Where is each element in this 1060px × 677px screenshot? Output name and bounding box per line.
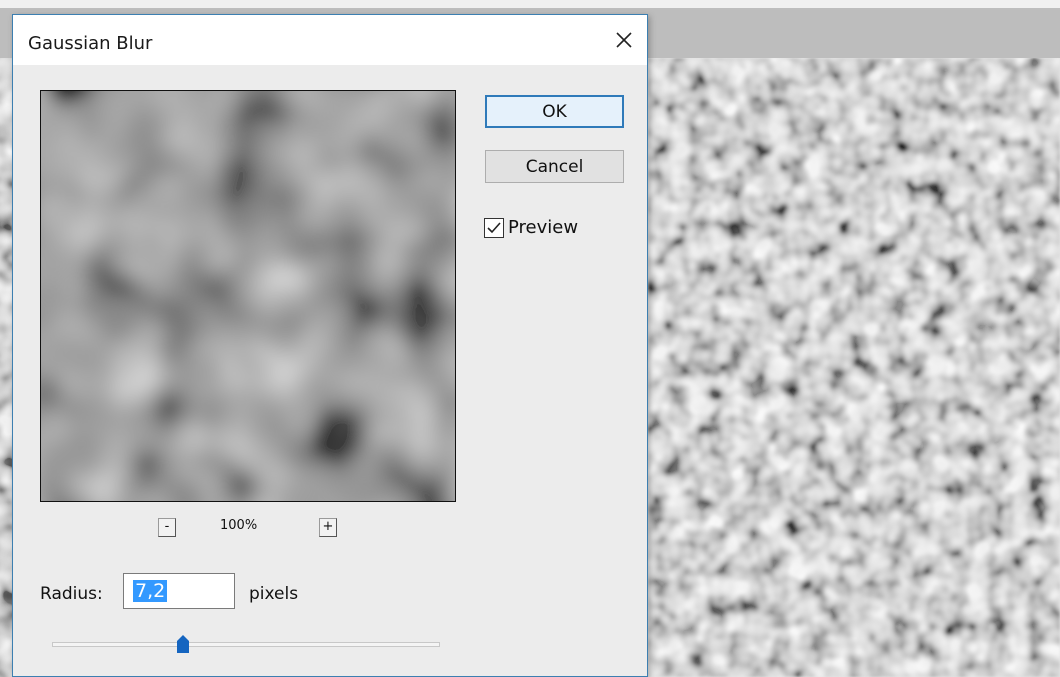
gaussian-blur-dialog: Gaussian Blur - 100% + OK Cancel Preview… (12, 14, 648, 677)
ok-button[interactable]: OK (485, 95, 624, 128)
radius-label: Radius: (40, 584, 103, 604)
radius-value: 7,2 (133, 580, 168, 602)
zoom-level: 100% (220, 518, 258, 533)
preview-checkbox-label: Preview (508, 217, 579, 238)
close-icon (616, 32, 632, 48)
radius-slider[interactable] (52, 635, 440, 653)
slider-thumb[interactable] (176, 634, 190, 654)
canvas-noise-right (648, 58, 1060, 677)
dialog-title: Gaussian Blur (28, 33, 153, 54)
preview-checkbox[interactable]: Preview (484, 217, 578, 238)
dialog-titlebar[interactable]: Gaussian Blur (13, 15, 647, 65)
preview-image (41, 91, 455, 501)
checkbox-box[interactable] (484, 217, 504, 238)
zoom-out-button[interactable]: - (158, 518, 176, 537)
preview-pane[interactable] (40, 90, 456, 502)
radius-unit-label: pixels (249, 584, 299, 604)
close-button[interactable] (601, 15, 647, 65)
radius-input[interactable]: 7,2 (123, 573, 235, 609)
slider-thumb-icon (177, 635, 190, 653)
cancel-button[interactable]: Cancel (485, 150, 624, 183)
checkmark-icon (487, 221, 501, 233)
zoom-in-button[interactable]: + (319, 518, 337, 537)
